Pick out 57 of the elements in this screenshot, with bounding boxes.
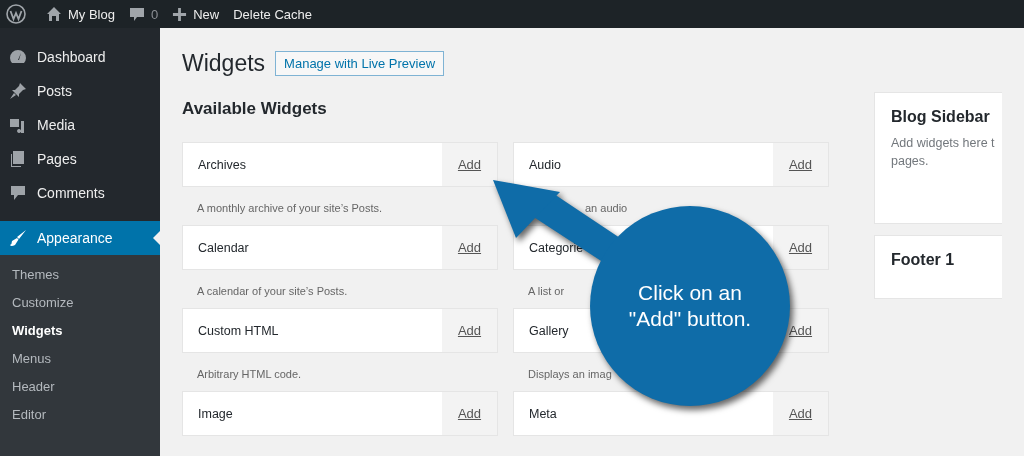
widget-card[interactable]: Audio Add <box>513 142 829 187</box>
widget-name: Archives <box>197 157 247 172</box>
comment-icon <box>128 6 145 22</box>
widget-card[interactable]: Calendar Add <box>182 225 498 270</box>
submenu-item[interactable]: Customize <box>0 289 160 317</box>
cache-link[interactable]: Delete Cache <box>233 6 312 22</box>
widget-name: Audio <box>528 157 562 172</box>
widget-area-card[interactable]: Footer 1 <box>874 235 1002 299</box>
plus-icon <box>172 6 188 22</box>
widget-name: Calendar <box>197 240 250 255</box>
widget-area-title: Blog Sidebar <box>891 108 991 126</box>
widget-description: A calendar of your site’s Posts. <box>197 285 348 297</box>
page-title: Widgets <box>182 50 266 77</box>
logo-icon[interactable] <box>6 4 26 24</box>
add-link[interactable]: Add <box>442 309 497 352</box>
add-link[interactable]: Add <box>442 143 497 186</box>
widget-name: Image <box>197 406 234 421</box>
menu-item[interactable]: Dashboard <box>0 40 160 74</box>
widget-name: Gallery <box>528 323 570 338</box>
widget-description: an audio <box>585 202 628 214</box>
submenu-item[interactable]: Themes <box>0 261 160 289</box>
widget-description: A list or <box>528 285 565 297</box>
brush-icon <box>8 228 28 248</box>
home-icon <box>46 6 62 22</box>
widget-description: A monthly archive of your site’s Posts. <box>197 202 383 214</box>
add-link[interactable]: Add <box>773 392 828 435</box>
widget-card[interactable]: Archives Add <box>182 142 498 187</box>
widget-description: Arbitrary HTML code. <box>197 368 302 380</box>
menu-item[interactable]: Pages <box>0 142 160 176</box>
menu-item[interactable]: Media <box>0 108 160 142</box>
add-link[interactable]: Add <box>442 392 497 435</box>
widget-area-card[interactable]: Blog Sidebar Add widgets here t pages. <box>874 92 1002 224</box>
menu-item[interactable]: Posts <box>0 74 160 108</box>
submenu-item[interactable]: Editor <box>0 401 160 429</box>
section-heading: Available Widgets <box>182 99 328 119</box>
widget-description: Displays an imag <box>528 368 612 380</box>
submenu-item[interactable]: Header <box>0 373 160 401</box>
menu-item[interactable]: Comments <box>0 176 160 210</box>
comments-link[interactable]: 0 <box>128 6 159 22</box>
widget-name: Categorie <box>528 240 585 255</box>
widget-name: Custom HTML <box>197 323 280 338</box>
add-link[interactable]: Add <box>773 143 828 186</box>
add-link[interactable]: Add <box>442 226 497 269</box>
widget-card[interactable]: Meta Add <box>513 391 829 436</box>
add-link[interactable]: Add <box>773 226 828 269</box>
new-link[interactable]: New <box>172 6 220 22</box>
site-link[interactable]: My Blog <box>46 6 115 22</box>
pushpin-icon <box>8 81 28 101</box>
widget-card[interactable]: Image Add <box>182 391 498 436</box>
menu-item[interactable]: Appearance <box>0 221 160 255</box>
submenu-item[interactable]: Menus <box>0 345 160 373</box>
widget-name: Meta <box>528 406 558 421</box>
live-preview-button[interactable]: Manage with Live Preview <box>275 51 445 76</box>
widget-card[interactable]: Custom HTML Add <box>182 308 498 353</box>
widget-area-title: Footer 1 <box>891 251 956 269</box>
submenu-item[interactable]: Widgets <box>0 317 160 345</box>
widget-area-description: Add widgets here t pages. <box>891 135 996 170</box>
